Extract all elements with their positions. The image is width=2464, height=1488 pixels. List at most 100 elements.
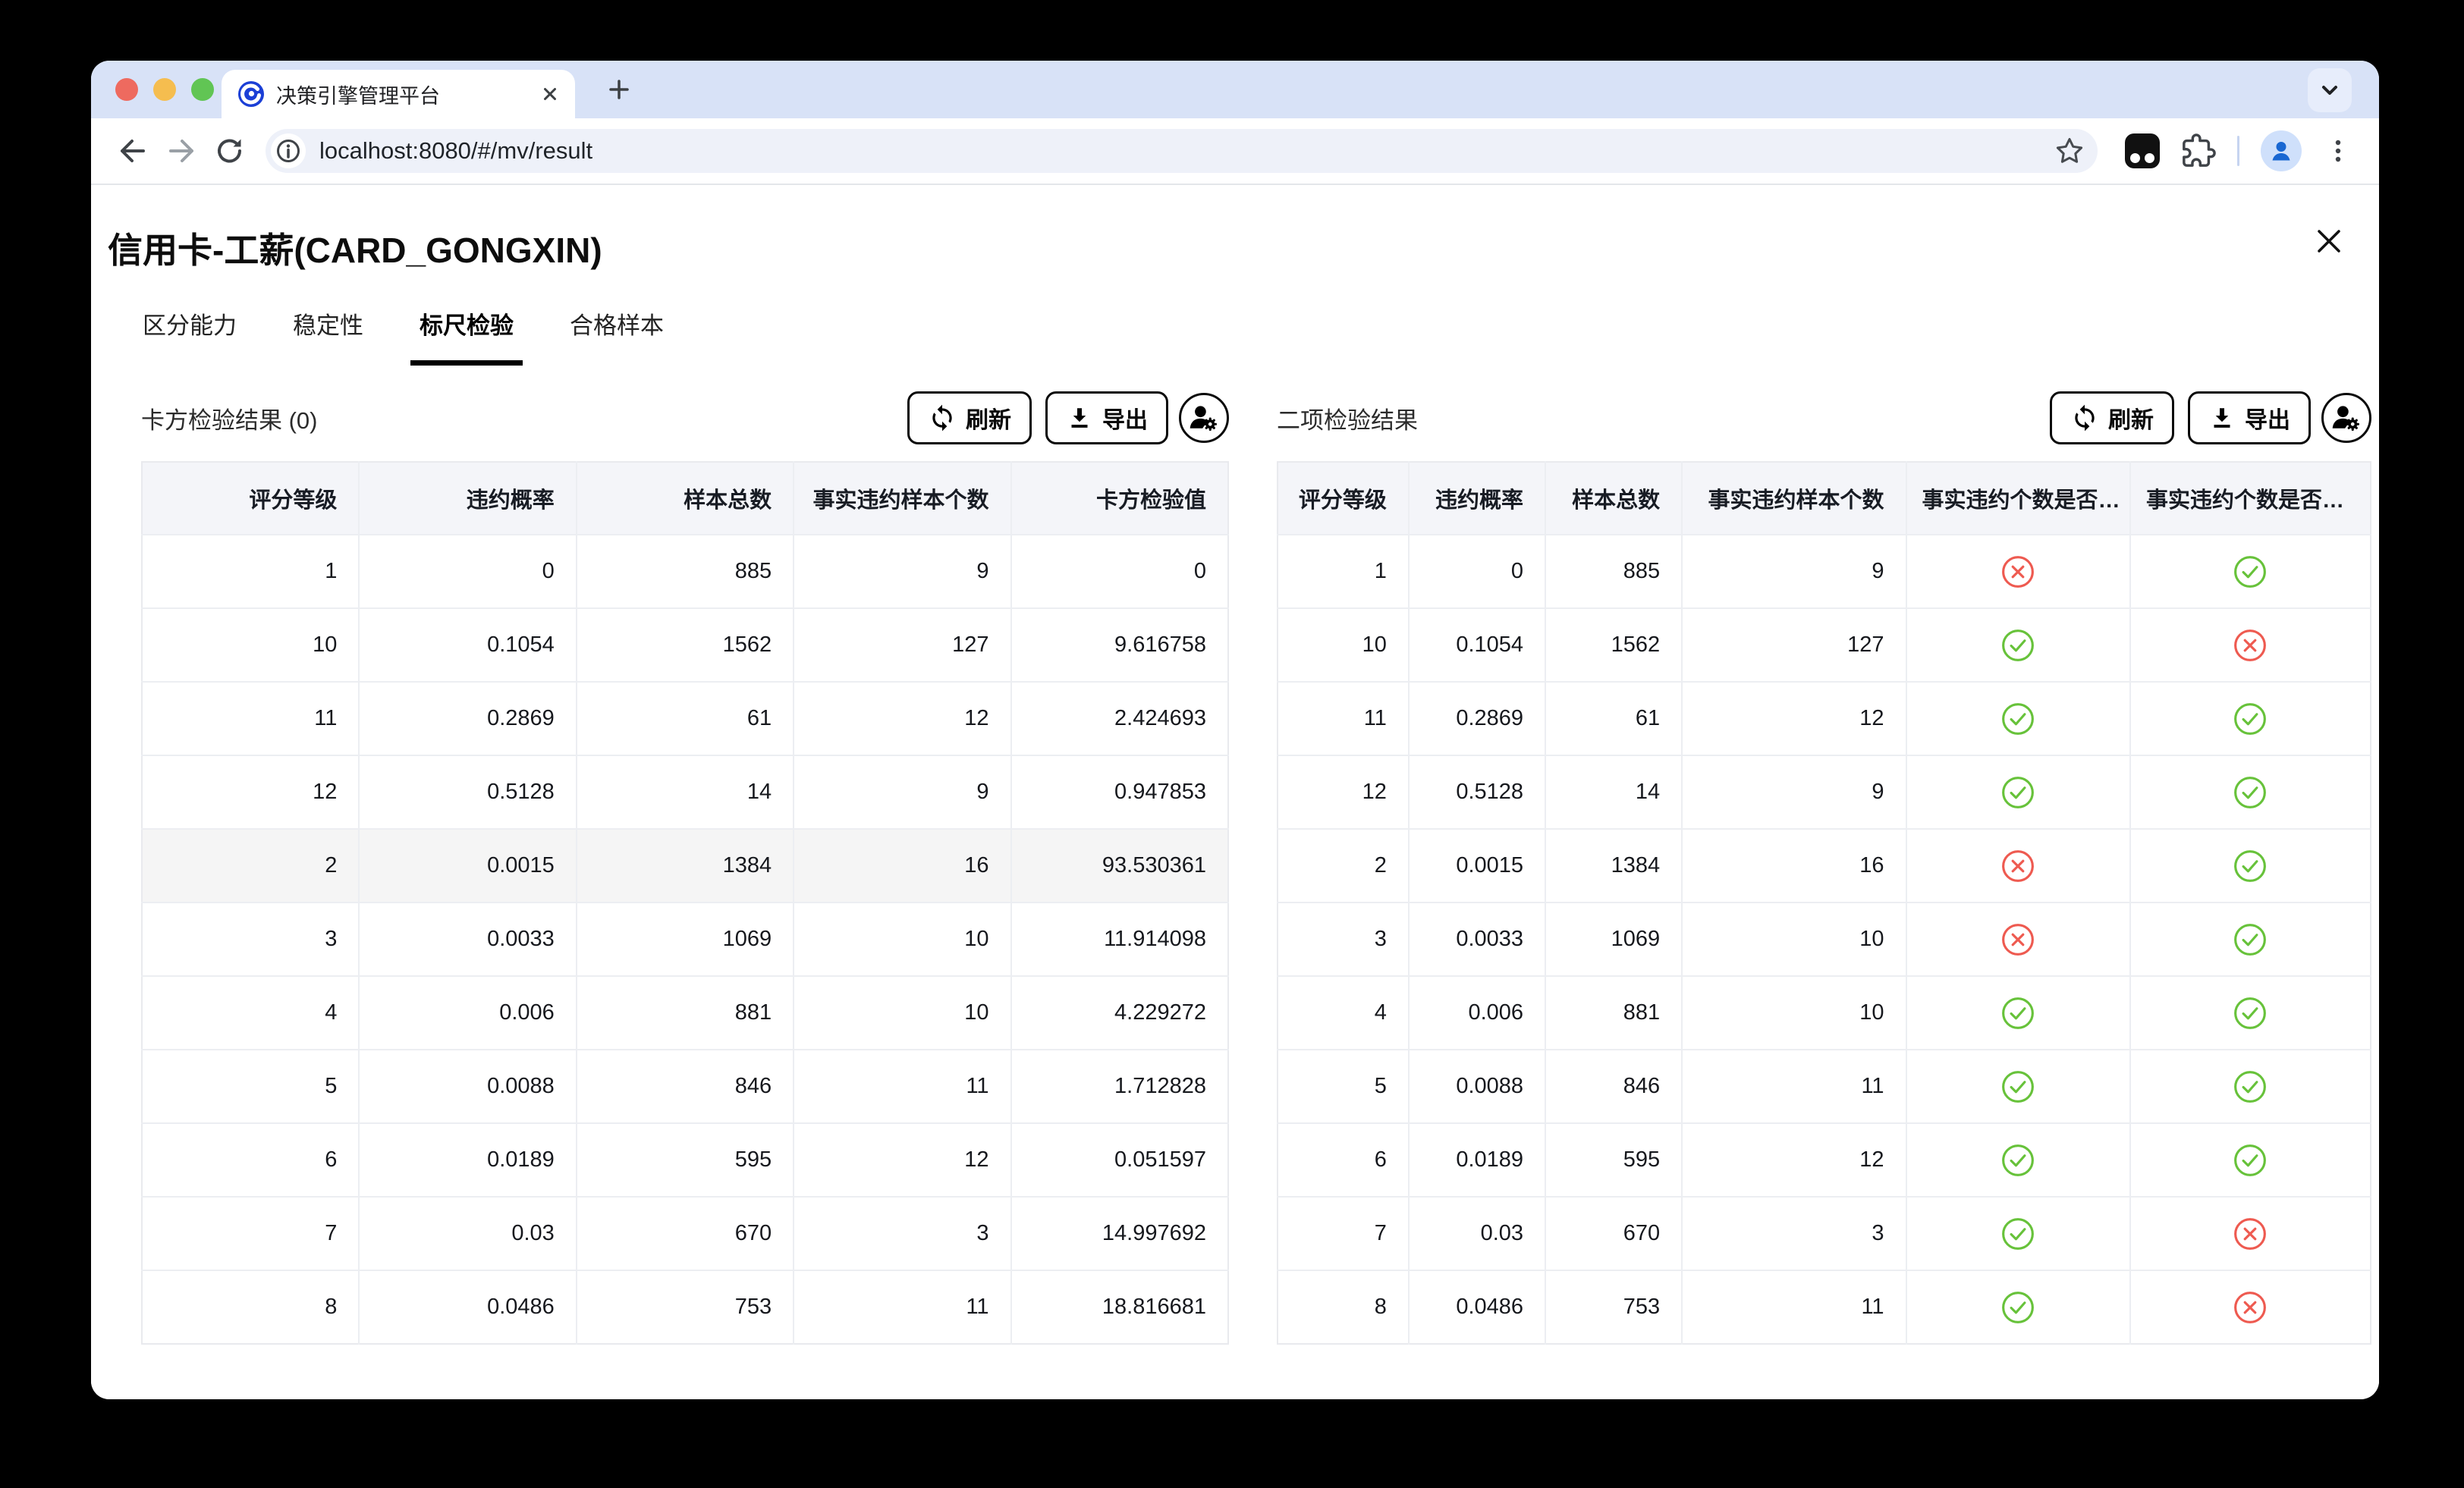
extension-shortcut-icon[interactable] — [2125, 133, 2160, 168]
page-tab-区分能力[interactable]: 区分能力 — [134, 303, 246, 366]
check-circle-icon — [2233, 702, 2268, 736]
refresh-button[interactable]: 刷新 — [2050, 391, 2174, 444]
tab-close-icon[interactable] — [539, 83, 561, 105]
table-cell: 11.914098 — [1011, 903, 1228, 976]
x-circle-icon — [2000, 849, 2035, 884]
table-cell — [1906, 1197, 2130, 1270]
table-cell: 1 — [142, 535, 359, 608]
table-cell — [2130, 1123, 2371, 1197]
window-minimize-button[interactable] — [153, 78, 176, 101]
column-settings-button[interactable] — [1179, 393, 1229, 443]
chi-square-table: 评分等级违约概率样本总数事实违约样本个数卡方检验值1088590100.1054… — [141, 461, 1229, 1345]
column-settings-button[interactable] — [2321, 393, 2371, 443]
table-row: 1088590 — [142, 535, 1228, 608]
reload-icon[interactable] — [208, 129, 252, 173]
table-cell: 8 — [1278, 1270, 1409, 1344]
new-tab-button[interactable] — [601, 71, 637, 108]
refresh-button[interactable]: 刷新 — [907, 391, 1032, 444]
table-row: 50.0088846111.712828 — [142, 1050, 1228, 1123]
table-row: 20.001513841693.530361 — [142, 829, 1228, 903]
table-cell: 0.0033 — [1409, 903, 1545, 976]
url-bar[interactable]: localhost:8080/#/mv/result — [266, 129, 2098, 173]
table-row: 30.003310691011.914098 — [142, 903, 1228, 976]
table-cell: 0.006 — [359, 976, 576, 1050]
forward-icon[interactable] — [159, 129, 203, 173]
column-header: 事实违约个数是否大... — [2130, 462, 2371, 535]
table-cell: 10 — [794, 903, 1010, 976]
table-cell — [2130, 535, 2371, 608]
toolbar-divider — [2237, 136, 2239, 166]
table-cell: 846 — [1545, 1050, 1682, 1123]
export-button[interactable]: 导出 — [1045, 391, 1168, 444]
table-cell: 1384 — [577, 829, 794, 903]
column-header: 卡方检验值 — [1011, 462, 1228, 535]
table-cell — [2130, 1270, 2371, 1344]
profile-avatar[interactable] — [2261, 130, 2302, 171]
browser-menu-kebab-icon[interactable] — [2323, 136, 2353, 166]
table-cell: 2 — [142, 829, 359, 903]
table-cell: 10 — [1682, 976, 1906, 1050]
table-cell: 0 — [1409, 535, 1545, 608]
column-header: 事实违约个数是否小... — [1906, 462, 2130, 535]
refresh-button-label: 刷新 — [2108, 401, 2154, 435]
page-tab-稳定性[interactable]: 稳定性 — [284, 303, 372, 366]
table-cell: 93.530361 — [1011, 829, 1228, 903]
site-info-icon[interactable] — [271, 133, 306, 168]
table-row: 70.03670314.997692 — [142, 1197, 1228, 1270]
page-close-icon[interactable] — [2309, 221, 2349, 261]
table-cell: 0.947853 — [1011, 755, 1228, 829]
check-circle-icon — [2233, 849, 2268, 884]
table-cell — [1906, 1123, 2130, 1197]
table-cell — [2130, 829, 2371, 903]
extensions-puzzle-icon[interactable] — [2181, 133, 2216, 168]
page-tab-标尺检验[interactable]: 标尺检验 — [410, 303, 523, 366]
table-header-row: 评分等级违约概率样本总数事实违约样本个数卡方检验值 — [142, 462, 1228, 535]
url-text: localhost:8080/#/mv/result — [319, 137, 2054, 165]
table-cell: 0.0088 — [359, 1050, 576, 1123]
table-cell: 12 — [1682, 1123, 1906, 1197]
check-circle-icon — [2000, 1143, 2035, 1178]
check-circle-icon — [2000, 1290, 2035, 1325]
table-cell: 885 — [1545, 535, 1682, 608]
table-cell: 7 — [1278, 1197, 1409, 1270]
table-row: 120.5128149 — [1278, 755, 2371, 829]
table-cell — [1906, 1050, 2130, 1123]
table-cell — [2130, 976, 2371, 1050]
column-header: 违约概率 — [1409, 462, 1545, 535]
bookmark-star-icon[interactable] — [2054, 135, 2085, 167]
table-cell: 0.0189 — [1409, 1123, 1545, 1197]
window-zoom-button[interactable] — [191, 78, 214, 101]
binomial-panel-header: 二项检验结果 刷新 导出 — [1277, 387, 2371, 449]
table-cell: 0.2869 — [359, 682, 576, 755]
table-cell: 11 — [794, 1050, 1010, 1123]
table-row: 40.00688110 — [1278, 976, 2371, 1050]
table-cell: 0.0486 — [1409, 1270, 1545, 1344]
table-cell: 0.006 — [1409, 976, 1545, 1050]
check-circle-icon — [2233, 554, 2268, 589]
back-icon[interactable] — [111, 129, 155, 173]
tab-search-button[interactable] — [2308, 68, 2352, 112]
export-button-label: 导出 — [1102, 401, 1148, 435]
table-cell — [1906, 755, 2130, 829]
browser-tab[interactable]: 决策引擎管理平台 — [222, 70, 575, 118]
page-tab-合格样本[interactable]: 合格样本 — [561, 303, 673, 366]
table-cell: 1384 — [1545, 829, 1682, 903]
table-cell: 1562 — [1545, 608, 1682, 682]
table-cell: 11 — [794, 1270, 1010, 1344]
window-close-button[interactable] — [115, 78, 138, 101]
export-button[interactable]: 导出 — [2188, 391, 2311, 444]
table-cell: 1 — [1278, 535, 1409, 608]
table-cell: 10 — [794, 976, 1010, 1050]
toolbar-actions — [2125, 130, 2353, 171]
check-circle-icon — [2000, 702, 2035, 736]
table-cell — [2130, 755, 2371, 829]
table-cell: 7 — [142, 1197, 359, 1270]
table-cell: 14 — [1545, 755, 1682, 829]
table-cell: 0.03 — [359, 1197, 576, 1270]
check-circle-icon — [2000, 1216, 2035, 1251]
table-cell: 595 — [1545, 1123, 1682, 1197]
table-cell: 0.03 — [1409, 1197, 1545, 1270]
check-circle-icon — [2233, 922, 2268, 957]
table-cell — [1906, 829, 2130, 903]
table-cell: 0.0033 — [359, 903, 576, 976]
